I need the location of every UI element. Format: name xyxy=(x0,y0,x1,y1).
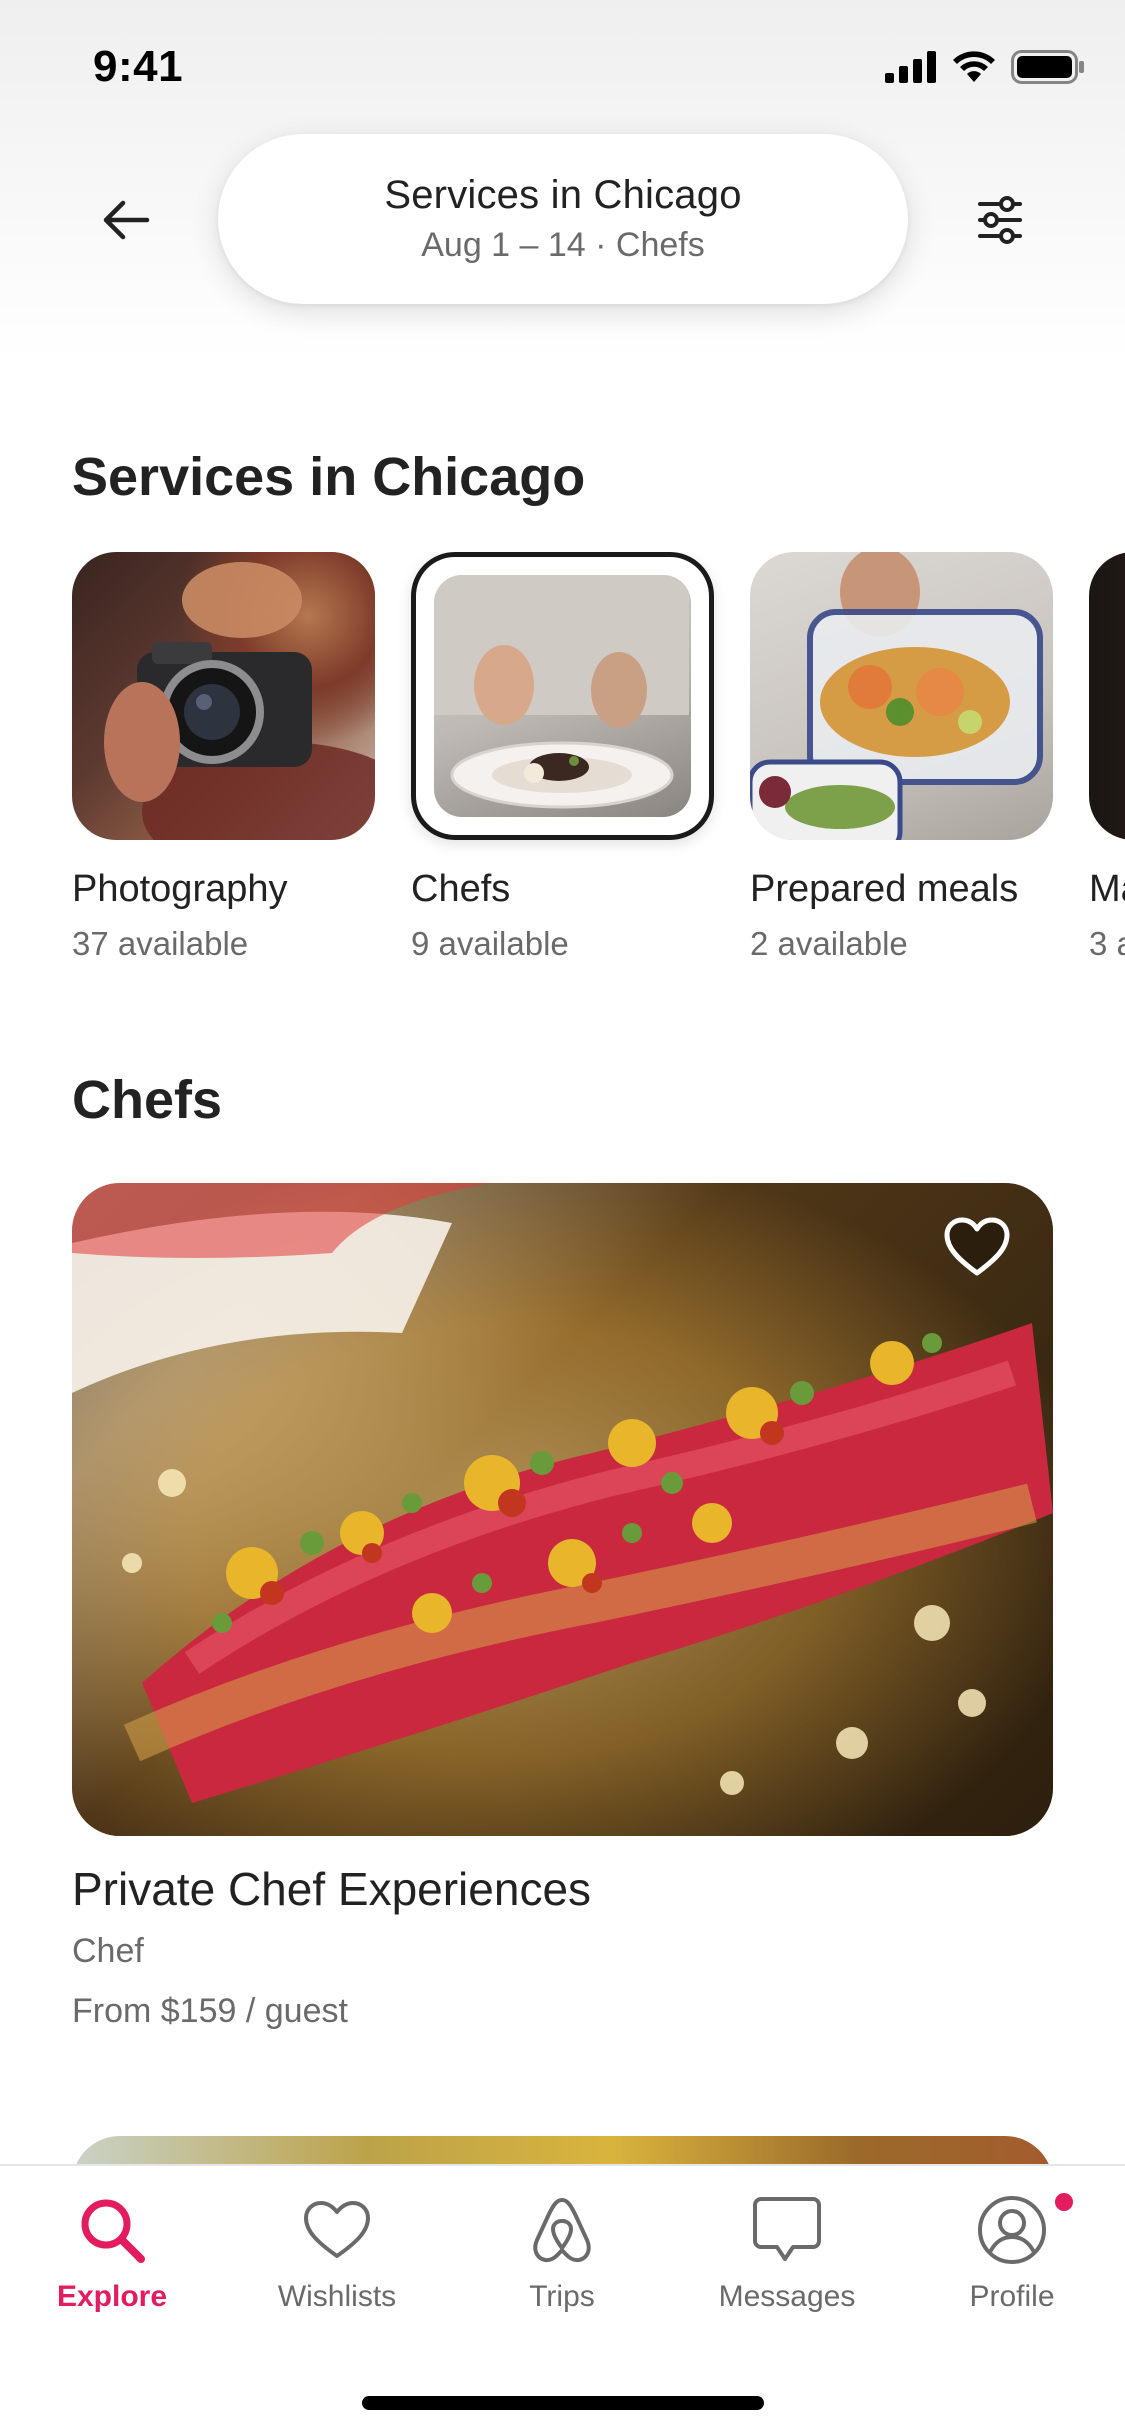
chefs-image xyxy=(434,575,691,817)
listing-title[interactable]: Private Chef Experiences xyxy=(72,1862,591,1916)
tab-profile[interactable]: Profile xyxy=(922,2190,1102,2314)
category-carousel[interactable]: Photography 37 available Chefs 9 availab… xyxy=(72,552,1125,972)
back-button[interactable] xyxy=(90,184,162,256)
tab-explore[interactable]: Explore xyxy=(22,2190,202,2314)
home-indicator xyxy=(362,2396,764,2410)
wifi-icon xyxy=(953,51,995,82)
listing-category: Chef xyxy=(72,1932,144,1970)
photography-image xyxy=(72,552,375,840)
category-thumbnail xyxy=(72,552,375,840)
filter-button[interactable] xyxy=(962,182,1038,258)
profile-icon xyxy=(972,2190,1052,2270)
airbnb-logo-icon xyxy=(522,2190,602,2270)
chefs-section-title: Chefs xyxy=(72,1070,223,1130)
category-label: Prepared meals xyxy=(750,868,1019,910)
category-chefs[interactable]: Chefs 9 available xyxy=(411,552,714,963)
message-icon xyxy=(747,2190,827,2270)
category-label: Chefs xyxy=(411,868,511,910)
notification-badge xyxy=(1052,2190,1076,2214)
search-summary-pill[interactable]: Services in Chicago Aug 1 – 14 · Chefs xyxy=(218,134,908,304)
category-thumbnail xyxy=(750,552,1053,840)
listing-image[interactable] xyxy=(72,1183,1053,1836)
favorite-button[interactable] xyxy=(940,1212,1014,1282)
services-section-title: Services in Chicago xyxy=(72,447,586,507)
tab-label: Profile xyxy=(969,2280,1055,2313)
sliders-icon xyxy=(978,196,1022,244)
tab-wishlists[interactable]: Wishlists xyxy=(247,2190,427,2314)
prepared-meals-image xyxy=(750,552,1053,840)
tab-label: Wishlists xyxy=(277,2280,397,2313)
category-thumbnail xyxy=(1089,552,1125,840)
tab-label: Explore xyxy=(56,2280,168,2313)
category-partial[interactable]: Ma 3 a xyxy=(1089,552,1125,963)
category-thumbnail xyxy=(411,552,714,840)
search-icon xyxy=(72,2190,152,2270)
status-icons xyxy=(885,50,1085,84)
category-count: 9 available xyxy=(411,925,569,962)
partial-category-image xyxy=(1089,552,1125,840)
cellular-signal-icon xyxy=(885,51,936,83)
category-prepared-meals[interactable]: Prepared meals 2 available xyxy=(750,552,1053,963)
status-time: 9:41 xyxy=(93,42,184,91)
category-label: Ma xyxy=(1089,868,1125,910)
search-title: Services in Chicago xyxy=(384,173,742,217)
category-label: Photography xyxy=(72,868,288,910)
search-subtitle: Aug 1 – 14 · Chefs xyxy=(421,226,705,264)
category-photography[interactable]: Photography 37 available xyxy=(72,552,375,963)
tab-trips[interactable]: Trips xyxy=(472,2190,652,2314)
status-bar: 9:41 xyxy=(0,0,1125,140)
heart-outline-icon xyxy=(944,1217,1010,1276)
battery-icon xyxy=(1011,50,1084,84)
listing-price: From $159 / guest xyxy=(72,1992,348,2030)
category-count: 2 available xyxy=(750,925,908,962)
arrow-left-icon xyxy=(103,200,150,240)
category-count: 37 available xyxy=(72,925,249,962)
tab-label: Trips xyxy=(529,2280,595,2313)
tab-label: Messages xyxy=(718,2280,856,2313)
heart-icon xyxy=(297,2190,377,2270)
category-count: 3 a xyxy=(1089,925,1125,962)
screen: 9:41 Services in Chicago Aug 1 – 14 · Ch… xyxy=(0,0,1125,2436)
tab-messages[interactable]: Messages xyxy=(697,2190,877,2314)
